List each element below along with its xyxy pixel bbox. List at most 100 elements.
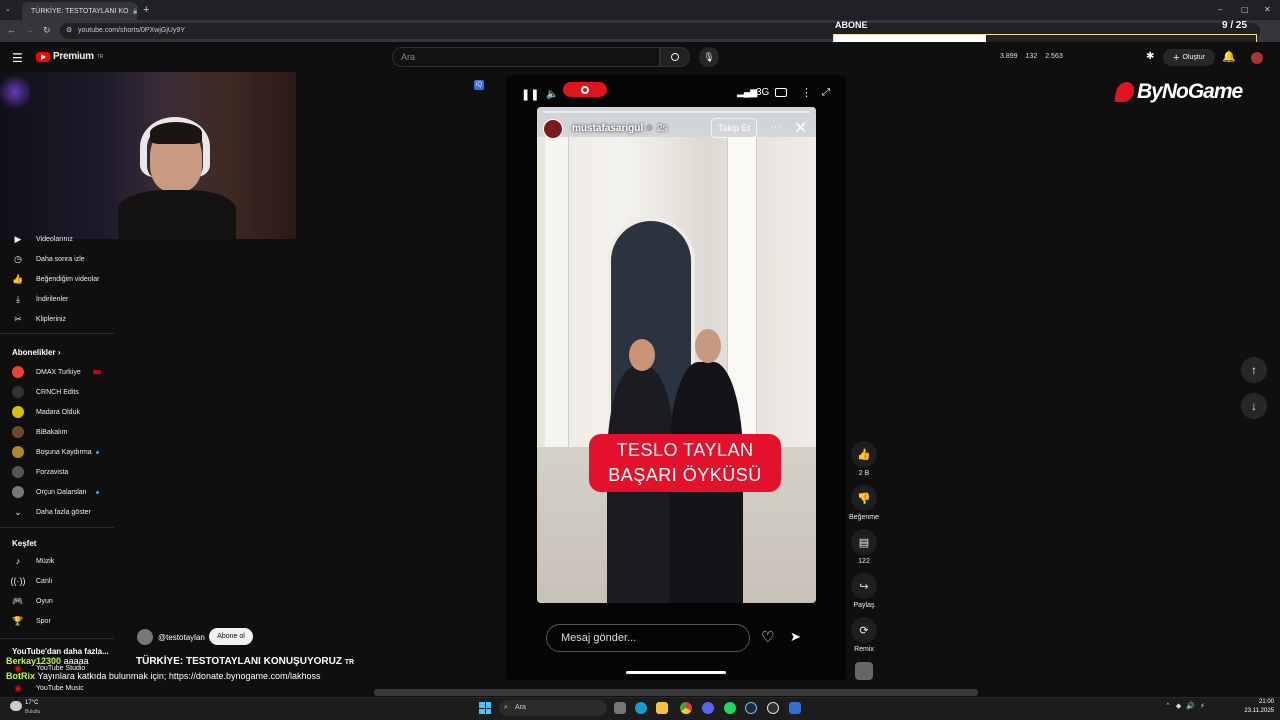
sidebar-item-label: DMAX Turkiye xyxy=(36,368,81,376)
sidebar-divider xyxy=(0,333,114,334)
sidebar-channel-orcun[interactable]: Orçun Dalarslan xyxy=(0,482,114,502)
sound-avatar[interactable] xyxy=(855,662,873,680)
clock-time[interactable]: 21:00 xyxy=(1252,699,1274,705)
subscribe-button[interactable]: Abone ol xyxy=(209,628,253,645)
search-button[interactable] xyxy=(660,47,690,67)
new-tab-button[interactable]: + xyxy=(143,4,149,16)
share-button[interactable]: ↪ Paylaş xyxy=(849,573,879,609)
channel-handle[interactable]: @testotaylan xyxy=(158,633,205,642)
story-time: 2s xyxy=(657,123,668,134)
sidebar-item-label: Klipleriniz xyxy=(36,315,66,323)
forward-icon[interactable]: → xyxy=(25,25,34,35)
story-person-right-head xyxy=(695,329,721,363)
more-options-icon[interactable]: ⋮ xyxy=(801,86,812,99)
message-input[interactable]: Mesaj gönder... xyxy=(546,624,750,652)
story-username[interactable]: mustafasarigul_ xyxy=(572,123,649,134)
heart-icon[interactable]: ♡ xyxy=(761,628,774,646)
story-close-icon[interactable]: ✕ xyxy=(794,118,807,138)
clock-date[interactable]: 23.11.2025 xyxy=(1240,708,1274,714)
like-button[interactable]: 👍 2 B xyxy=(849,441,879,477)
follow-button[interactable]: Takip Et xyxy=(711,118,757,138)
chrome-icon[interactable] xyxy=(680,702,692,714)
sidebar-item-label: BiBakalım xyxy=(36,428,68,436)
next-short-button[interactable]: ↓ xyxy=(1241,393,1267,419)
weather-temp[interactable]: 17°C xyxy=(25,700,38,706)
sidebar-channel-bosuna[interactable]: Boşuna Kaydırma xyxy=(0,442,114,462)
extension-icon[interactable]: ✱ xyxy=(1146,51,1154,62)
clock-icon: ◷ xyxy=(14,253,22,264)
task-view-icon[interactable] xyxy=(614,702,626,714)
site-info-icon[interactable]: ⚙ xyxy=(66,26,72,34)
captions-icon[interactable] xyxy=(775,88,787,97)
weather-icon[interactable] xyxy=(10,701,22,711)
sidebar-channel-dmax[interactable]: DMAX Turkiye xyxy=(0,362,114,382)
edge-icon[interactable] xyxy=(635,702,647,714)
sidebar-item-gaming[interactable]: 🎮 Oyun xyxy=(0,591,114,611)
sidebar-item-downloads[interactable]: ⤓ İndirilenler xyxy=(0,289,114,309)
window-maximize-button[interactable]: ▢ xyxy=(1241,5,1249,14)
youtube-logo[interactable]: Premium TR xyxy=(36,51,103,62)
send-icon[interactable]: ➤ xyxy=(790,629,801,645)
pause-icon[interactable]: ❚❚ xyxy=(521,88,539,101)
spotify-icon[interactable] xyxy=(724,702,736,714)
channel-avatar[interactable] xyxy=(137,629,153,645)
video-title: TÜRKİYE: TESTOTAYLANI KONUŞUYORUZ TR xyxy=(136,656,354,667)
volume-icon[interactable]: 🔈 xyxy=(546,89,558,100)
steam-icon[interactable] xyxy=(745,702,757,714)
sidebar-item-sports[interactable]: 🏆 Spor xyxy=(0,611,114,631)
app-icon[interactable] xyxy=(789,702,801,714)
chevron-right-icon: › xyxy=(57,348,61,357)
sidebar-item-label: CRNCH Edits xyxy=(36,388,79,396)
reload-icon[interactable]: ↻ xyxy=(43,25,51,36)
sidebar-item-liked[interactable]: 👍 Beğendiğim videolar xyxy=(0,269,114,289)
window-close-button[interactable]: ✕ xyxy=(1264,5,1271,14)
sidebar-channel-crnch[interactable]: CRNCH Edits xyxy=(0,382,114,402)
remix-button[interactable]: ⟳ Remix xyxy=(849,617,879,653)
tab-menu-icon[interactable]: ⌄ xyxy=(5,5,15,15)
channel-avatar xyxy=(12,406,24,418)
start-button[interactable] xyxy=(479,702,491,714)
create-button[interactable]: + Oluştur xyxy=(1163,49,1215,66)
fullscreen-icon[interactable]: ⤢ xyxy=(822,87,830,98)
story-more-icon[interactable]: ··· xyxy=(770,121,781,133)
sidebar-channel-madara[interactable]: Madara Olduk xyxy=(0,402,114,422)
avatar[interactable] xyxy=(1251,52,1263,64)
sidebar-channel-forzavista[interactable]: Forzavista xyxy=(0,462,114,482)
tray-icons[interactable]: ⌃◆🔊⚡ xyxy=(1165,702,1210,710)
back-icon[interactable]: ← xyxy=(7,25,16,35)
file-explorer-icon[interactable] xyxy=(656,702,668,714)
mic-button[interactable]: 🎙 xyxy=(699,47,719,67)
explore-heading: Keşfet xyxy=(12,539,37,548)
sidebar-show-more[interactable]: ⌄ Daha fazla göster xyxy=(0,502,114,522)
story-person-left-head xyxy=(629,339,655,371)
browser-tab[interactable]: TÜRKİYE: TESTOTAYLANI KO 🔊 ✕ xyxy=(22,2,137,20)
story-user-avatar[interactable] xyxy=(543,119,563,139)
window-minimize-button[interactable]: – xyxy=(1218,5,1222,14)
logo-text: Premium xyxy=(53,51,94,62)
video-title-text: TÜRKİYE: TESTOTAYLANI KONUŞUYORUZ xyxy=(136,656,342,667)
extension-badge-icon[interactable]: iQ xyxy=(474,80,484,90)
notifications-bell-icon[interactable]: 🔔 xyxy=(1222,50,1236,63)
taskbar-search[interactable]: ⌕ Ara xyxy=(499,700,607,716)
sidebar-item-clips[interactable]: ✂ Klipleriniz xyxy=(0,309,114,329)
sidebar-item-watch-later[interactable]: ◷ Daha sonra izle xyxy=(0,249,114,269)
comments-button[interactable]: ▤ 122 xyxy=(849,529,879,565)
trophy-icon: 🏆 xyxy=(12,615,24,626)
search-icon xyxy=(671,53,679,61)
stat-views: 3.899 xyxy=(1000,53,1018,60)
previous-short-button[interactable]: ↑ xyxy=(1241,357,1267,383)
subscriptions-heading[interactable]: Abonelikler › xyxy=(12,348,60,357)
discord-icon[interactable] xyxy=(702,702,714,714)
chat-user: Berkay12300 xyxy=(6,656,62,666)
sidebar-item-music[interactable]: ♪ Müzik xyxy=(0,551,114,571)
sidebar-item-videos[interactable]: ▶ Videolarınız xyxy=(0,232,114,246)
sidebar-item-live[interactable]: ((·)) Canlı xyxy=(0,571,114,591)
horizontal-scrollbar[interactable] xyxy=(374,689,978,696)
search-input[interactable]: Ara xyxy=(392,47,660,67)
arrow-down-icon: ↓ xyxy=(1251,399,1257,413)
dislike-button[interactable]: 👎 Beğenme xyxy=(849,485,879,521)
obs-icon[interactable] xyxy=(767,702,779,714)
sidebar-item-yt-music[interactable]: ◉ YouTube Music xyxy=(0,681,114,695)
hamburger-menu-icon[interactable]: ☰ xyxy=(12,51,23,65)
sidebar-channel-bibakalim[interactable]: BiBakalım xyxy=(0,422,114,442)
